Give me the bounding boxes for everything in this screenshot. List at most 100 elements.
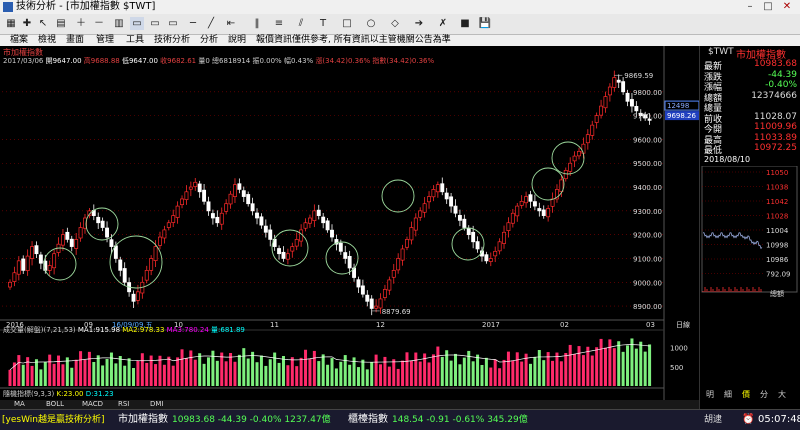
candle-body [365,294,370,302]
intraday-chart[interactable]: 11050 11038 11042 11028 11004 10998 10986 792.0… [700,166,800,296]
zoom-in-icon[interactable]: ＋ [74,17,88,30]
layout-icon[interactable]: ▦ [4,17,18,30]
trendline-icon[interactable]: ╱ [204,17,218,30]
volume-bar [608,339,612,386]
measure-icon[interactable]: ⇤ [224,17,238,30]
menu-help[interactable]: 說明 [228,35,246,46]
hline-icon[interactable]: ─ [186,17,200,30]
volume-bar [559,361,563,386]
arrow-tool-icon[interactable]: ➔ [412,17,426,30]
menu-analysis[interactable]: 分析 [200,35,218,46]
volume-bar [436,346,440,386]
volume-bar [427,362,431,386]
candle-body [484,254,489,262]
candle-body [224,203,229,212]
volume-bar [484,357,488,386]
candle-body [563,170,568,180]
volume-bar [643,351,647,386]
candle-icon[interactable]: ▥ [112,17,126,30]
volume-bar [162,364,166,386]
tab-boll[interactable]: BOLL [46,400,64,409]
minimize-button[interactable]: – [742,1,758,13]
highlight-circle [531,167,565,201]
menu-file[interactable]: 檔案 [10,35,28,46]
candle-body [374,305,379,309]
maximize-button[interactable]: □ [760,1,776,13]
window-icon[interactable]: ▭ [130,17,144,30]
price-value: 9698.26 [667,112,696,120]
ellipse-icon[interactable]: ○ [364,17,378,30]
window3-icon[interactable]: ▭ [166,17,180,30]
volume-bar [405,352,409,386]
volume-bar [74,359,78,386]
rect-icon[interactable]: □ [340,17,354,30]
tab-ma[interactable]: MA [14,400,25,409]
quote-symbol: $TWT [708,47,734,57]
price-chart[interactable]: 9869.59 8879.69 12498 9698.26 9800.00 9700.0… [0,46,699,409]
volume-bar [198,353,202,386]
volume-bar [21,364,25,386]
text-icon[interactable]: T [316,17,330,30]
x-tick-label: 12 [376,321,385,329]
volume-bar [648,344,652,386]
menu-screen[interactable]: 畫面 [66,35,84,46]
brand-label: [yesWin越是贏技術分析] [2,415,105,425]
vol-ma3: MA3:780.24 [166,326,209,334]
arrow-icon[interactable]: ↖ [36,17,50,30]
channel-icon[interactable]: ⫽ [294,17,308,30]
tab-dmi[interactable]: DMI [150,400,164,409]
diamond-icon[interactable]: ◇ [388,17,402,30]
mini-tab-4[interactable]: 分 [760,389,768,400]
candle-body [188,186,193,190]
grid-icon[interactable]: ▤ [54,17,68,30]
window2-icon[interactable]: ▭ [148,17,162,30]
volume-bar [281,356,285,386]
candle-body [228,193,233,205]
candle-body [180,198,184,206]
mini-tab-5[interactable]: 大 [778,389,786,400]
candle-body [241,190,246,197]
volume-bar [304,349,308,386]
menu-bar: 檔案 檢視 畫面 管理 工具 技術分析 分析 說明 報價資訊僅供參考, 所有資訊… [0,35,800,46]
volume-bar [396,368,400,386]
bars-icon[interactable]: ‖ [250,17,264,30]
volume-bar [374,354,378,386]
volume-bar [167,356,171,386]
mini-vol-label: 總額 [770,290,784,298]
chart-area[interactable]: 市加權指數 2017/03/06 開9647.00 高9688.88 低9647… [0,46,800,409]
volume-bar [634,348,638,386]
volume-bar [555,352,559,386]
volume-bar [105,359,109,386]
y-tick-label: 9100.00 [633,255,662,263]
tab-macd[interactable]: MACD [82,400,103,409]
delete-icon[interactable]: ✗ [436,17,450,30]
candle-body [153,246,158,261]
menu-tools[interactable]: 工具 [126,35,144,46]
volume-bar [533,356,537,386]
fib-icon[interactable]: ≡ [272,17,286,30]
save-icon[interactable]: 💾 [478,17,492,30]
mini-tab-1[interactable]: 明 [706,389,714,400]
volume-bar [573,353,577,386]
menu-view[interactable]: 檢視 [38,35,56,46]
candle-body [259,216,264,226]
y-tick-label: 9700.00 [633,113,662,121]
volume-bar [26,357,30,386]
menu-manage[interactable]: 管理 [96,35,114,46]
x-tick-label: 11 [270,321,279,329]
mini-tab-3[interactable]: 價 [742,389,750,400]
candle-body [590,124,595,136]
x-tick-label: 2017 [482,321,500,329]
zoom-out-icon[interactable]: － [92,17,106,30]
volume-bar [114,363,118,386]
close-button[interactable]: ✕ [779,1,795,13]
mini-tab-2[interactable]: 細 [724,389,732,400]
crosshair-icon[interactable]: ✚ [20,17,34,30]
candle-body [440,183,445,193]
color-icon[interactable]: ■ [458,17,472,30]
tab-rsi[interactable]: RSI [118,400,129,409]
candle-body [493,250,498,257]
candle-body [629,99,634,107]
volume-bar [127,358,131,386]
menu-tech[interactable]: 技術分析 [154,35,190,46]
